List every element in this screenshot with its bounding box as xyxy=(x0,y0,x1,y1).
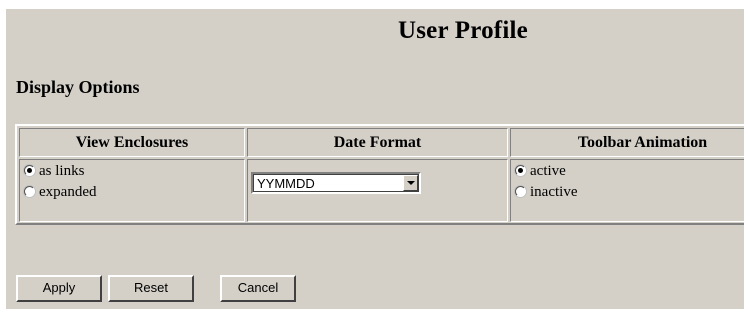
chevron-down-icon[interactable] xyxy=(403,175,418,191)
view-enclosures-cell: as links expanded xyxy=(19,159,245,222)
page-title: User Profile xyxy=(398,17,528,44)
toolbar-animation-header: Toolbar Animation xyxy=(510,128,744,157)
radio-as-links[interactable]: as links xyxy=(20,160,244,181)
radio-label: active xyxy=(530,162,566,179)
radio-inactive[interactable]: inactive xyxy=(511,181,744,202)
toolbar-animation-cell: active inactive xyxy=(510,159,744,222)
radio-active[interactable]: active xyxy=(511,160,744,181)
radio-button-icon[interactable] xyxy=(24,186,35,197)
radio-label: inactive xyxy=(530,183,578,200)
section-title: Display Options xyxy=(16,77,140,97)
reset-button[interactable]: Reset xyxy=(108,275,194,302)
date-format-value: YYMMDD xyxy=(257,176,315,191)
radio-label: expanded xyxy=(39,183,97,200)
cancel-button[interactable]: Cancel xyxy=(220,275,296,302)
radio-button-icon[interactable] xyxy=(515,165,526,176)
user-profile-page: User Profile Display Options View Enclos… xyxy=(6,9,744,309)
date-format-header: Date Format xyxy=(247,128,508,157)
date-format-select[interactable]: YYMMDD xyxy=(251,172,421,194)
radio-button-icon[interactable] xyxy=(24,165,35,176)
radio-label: as links xyxy=(39,162,85,179)
view-enclosures-header: View Enclosures xyxy=(19,128,245,157)
apply-button[interactable]: Apply xyxy=(16,275,102,302)
radio-expanded[interactable]: expanded xyxy=(20,181,244,202)
radio-button-icon[interactable] xyxy=(515,186,526,197)
display-options-table: View Enclosures Date Format Toolbar Anim… xyxy=(15,124,744,225)
date-format-cell: YYMMDD xyxy=(247,159,508,222)
